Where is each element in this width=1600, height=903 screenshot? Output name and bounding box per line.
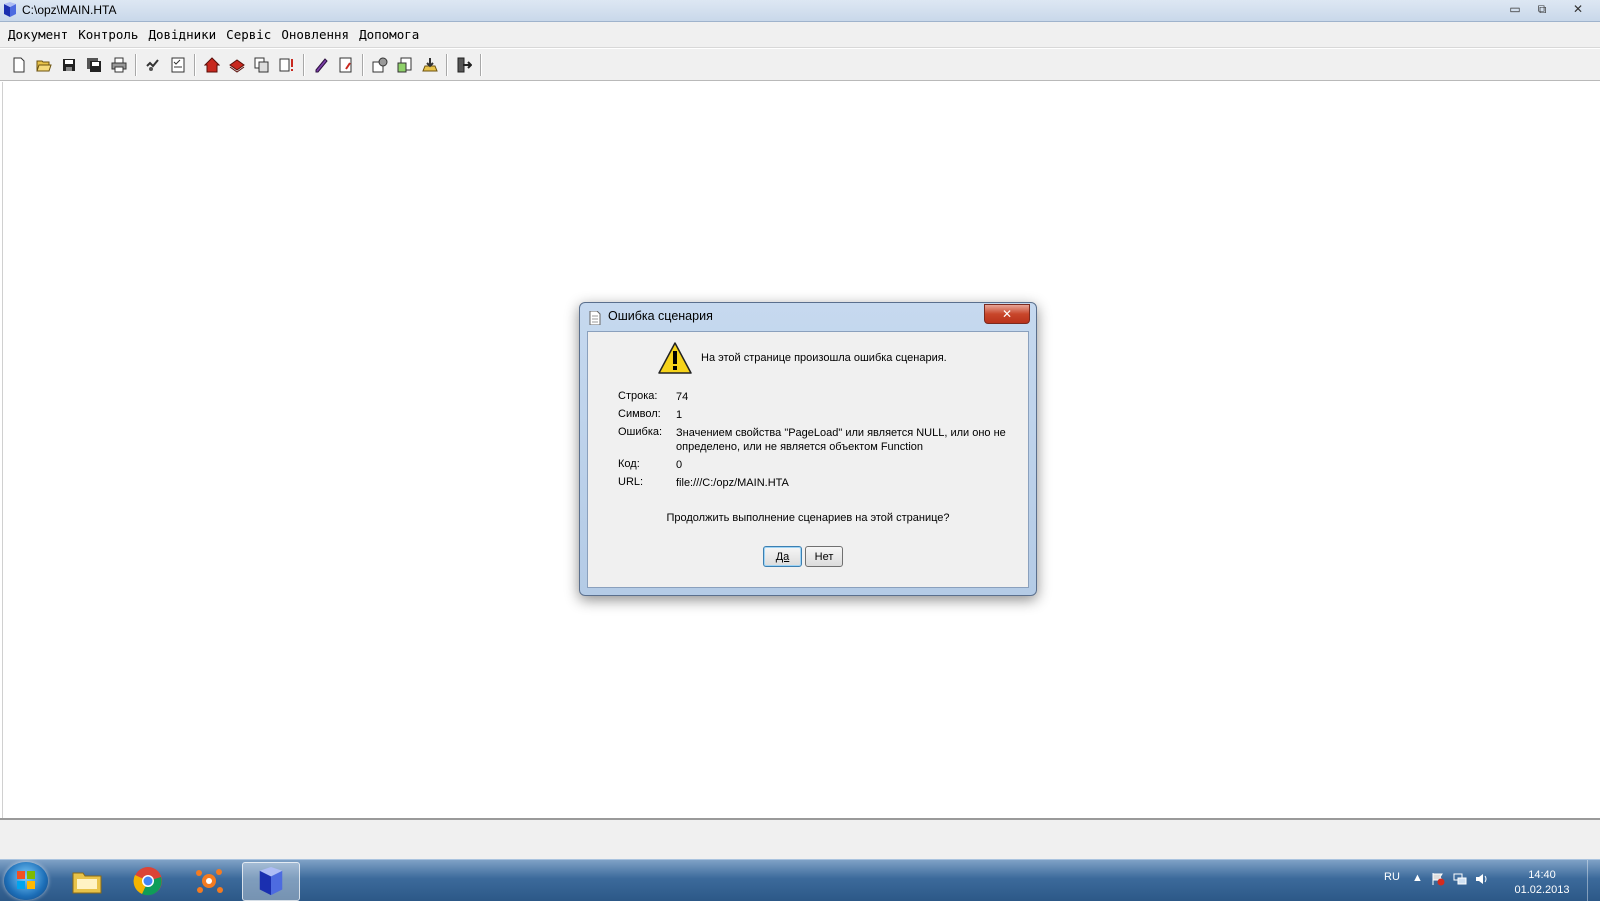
show-desktop-button[interactable] xyxy=(1587,860,1600,901)
language-indicator[interactable]: RU xyxy=(1384,871,1400,883)
check-tool-icon xyxy=(146,58,159,71)
taskbar-explorer[interactable] xyxy=(59,862,115,899)
save-as-icon xyxy=(87,57,101,72)
taskbar-avast[interactable] xyxy=(181,862,237,899)
menu-directories[interactable]: Довідники xyxy=(144,27,220,42)
new-document-button[interactable] xyxy=(8,54,30,76)
dialog-title: Ошибка сценария xyxy=(608,309,713,323)
save-icon xyxy=(63,58,75,71)
taskbar-hta-app[interactable] xyxy=(242,862,300,901)
alert-document-icon xyxy=(279,58,293,71)
menu-help[interactable]: Допомога xyxy=(355,27,423,42)
chrome-icon xyxy=(133,866,162,895)
window-title: C:\opz\MAIN.HTA xyxy=(22,3,117,17)
yes-button-label: Да xyxy=(775,550,790,563)
dialog-question: Продолжить выполнение сценариев на этой … xyxy=(666,512,950,524)
window-titlebar: C:\opz\MAIN.HTA ▭ ⧉ ✕ xyxy=(0,0,1600,22)
settings-icon xyxy=(372,57,388,72)
menu-updates[interactable]: Оновлення xyxy=(277,27,353,42)
yes-button[interactable]: Да xyxy=(763,546,802,567)
tool-button-16[interactable] xyxy=(419,54,441,76)
no-button-label: Нет xyxy=(814,550,834,563)
field-label: URL: xyxy=(618,476,644,488)
toolbar-separator xyxy=(446,53,448,76)
app-icon xyxy=(259,866,283,895)
tool-button-15[interactable] xyxy=(394,54,416,76)
print-icon xyxy=(111,57,127,72)
book-icon xyxy=(229,58,245,73)
dialog-close-button[interactable]: ✕ xyxy=(984,304,1030,324)
tool-button-13[interactable] xyxy=(335,54,357,76)
close-button[interactable]: ✕ xyxy=(1556,0,1600,18)
save-button[interactable] xyxy=(58,54,80,76)
maximize-button[interactable]: ⧉ xyxy=(1529,0,1555,18)
tool-button-11[interactable] xyxy=(276,54,298,76)
exit-icon xyxy=(457,57,472,72)
app-icon xyxy=(4,2,16,17)
field-value: Значением свойства "PageLoad" или являет… xyxy=(676,427,1006,453)
taskbar-chrome[interactable] xyxy=(120,862,176,899)
field-value: 74 xyxy=(676,391,689,403)
no-button[interactable]: Нет xyxy=(805,546,843,567)
dialog-message: На этой странице произошла ошибка сценар… xyxy=(701,352,947,364)
checklist-icon xyxy=(171,57,185,72)
open-folder-icon xyxy=(36,60,52,71)
copy-icon xyxy=(254,57,269,72)
field-value: file:///C:/opz/MAIN.HTA xyxy=(676,477,789,489)
status-bar xyxy=(0,818,1600,859)
download-icon xyxy=(422,57,438,71)
menu-service[interactable]: Сервіс xyxy=(222,27,275,42)
system-tray: ▲ xyxy=(1412,872,1489,886)
field-label: Строка: xyxy=(618,390,658,402)
network-icon[interactable] xyxy=(1453,872,1467,886)
clock-time: 14:40 xyxy=(1528,869,1556,881)
windows-logo-icon xyxy=(17,871,35,889)
script-error-dialog: Ошибка сценария ✕ На этой странице произ… xyxy=(579,302,1037,596)
print-button[interactable] xyxy=(108,54,130,76)
tool-button-6[interactable] xyxy=(142,54,164,76)
clock-date: 01.02.2013 xyxy=(1514,884,1570,896)
tool-button-12[interactable] xyxy=(310,54,332,76)
field-value: 0 xyxy=(676,459,683,471)
toolbar-separator xyxy=(303,53,305,76)
window-controls: ▭ ⧉ ✕ xyxy=(1501,0,1600,20)
field-label: Код: xyxy=(618,458,640,470)
open-button[interactable] xyxy=(33,54,55,76)
system-clock[interactable]: 14:40 01.02.2013 xyxy=(1510,868,1574,898)
taskbar: RU ▲ 14:40 01.02.2013 xyxy=(0,859,1600,901)
dialog-body: На этой странице произошла ошибка сценар… xyxy=(587,331,1029,588)
tool-button-10[interactable] xyxy=(251,54,273,76)
tool-button-8[interactable] xyxy=(201,54,223,76)
show-hidden-icons-icon[interactable]: ▲ xyxy=(1412,872,1423,886)
menu-document[interactable]: Документ xyxy=(4,27,72,42)
tool-button-9[interactable] xyxy=(226,54,248,76)
toolbar-separator xyxy=(362,53,364,76)
menu-bar: Документ Контроль Довідники Сервіс Оновл… xyxy=(0,22,1600,48)
pen-icon xyxy=(315,57,328,72)
minimize-button[interactable]: ▭ xyxy=(1502,0,1528,18)
toolbar xyxy=(0,49,1600,81)
field-label: Символ: xyxy=(618,408,661,420)
toolbar-separator xyxy=(194,53,196,76)
edit-document-icon xyxy=(339,57,352,72)
action-center-icon[interactable] xyxy=(1431,872,1445,886)
save-as-button[interactable] xyxy=(83,54,105,76)
start-button[interactable] xyxy=(4,862,48,900)
tool-button-7[interactable] xyxy=(167,54,189,76)
exit-button[interactable] xyxy=(453,54,475,76)
warning-icon xyxy=(658,342,692,374)
avast-icon xyxy=(196,868,223,893)
export-icon xyxy=(397,57,412,72)
field-label: Ошибка: xyxy=(618,426,663,438)
home-icon xyxy=(204,56,220,72)
volume-icon[interactable] xyxy=(1475,872,1489,886)
field-value: 1 xyxy=(676,409,683,421)
document-icon xyxy=(589,311,601,325)
menu-control[interactable]: Контроль xyxy=(74,27,142,42)
tool-button-14[interactable] xyxy=(369,54,391,76)
new-document-icon xyxy=(13,57,25,72)
folder-icon xyxy=(72,872,102,893)
toolbar-separator xyxy=(135,53,137,76)
toolbar-separator xyxy=(480,53,482,76)
